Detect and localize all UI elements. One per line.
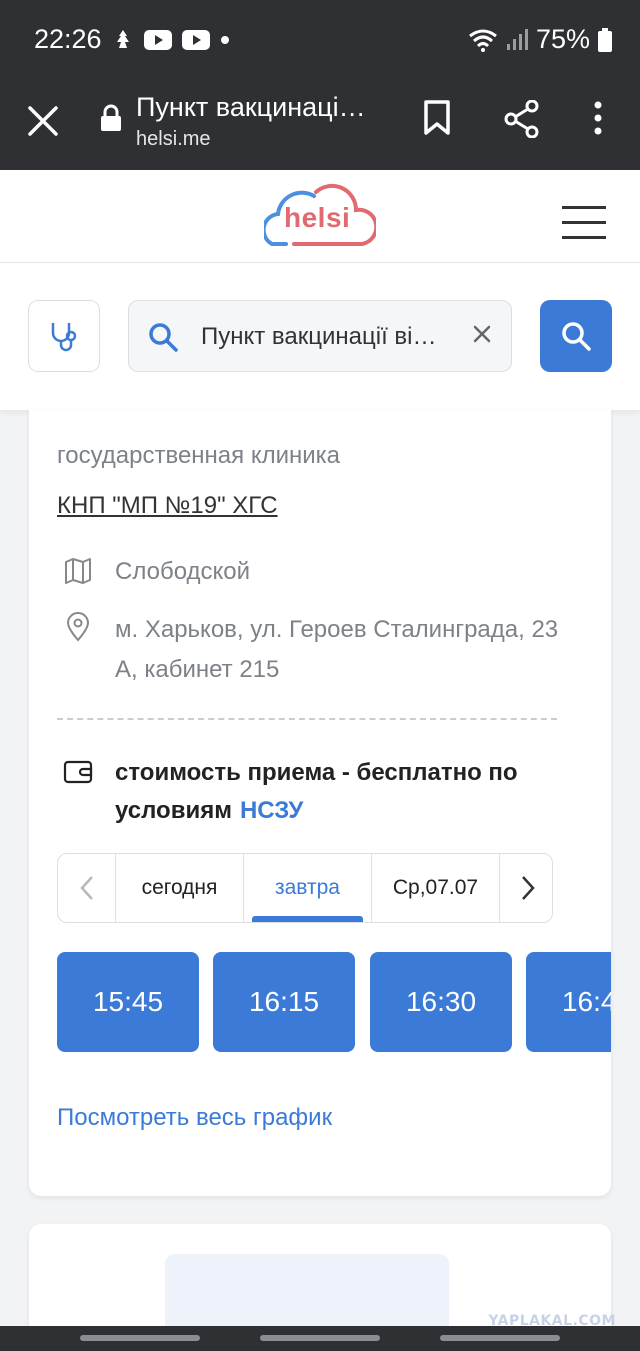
view-full-schedule-link[interactable]: Посмотреть весь график: [57, 1104, 332, 1132]
time-slot-button[interactable]: 15:45: [57, 952, 199, 1052]
lock-icon: [101, 104, 121, 131]
close-tab-icon[interactable]: [26, 104, 60, 138]
time-slots: 15:45 16:15 16:30 16:45: [57, 952, 611, 1052]
divider: [57, 718, 557, 720]
wifi-icon: [469, 29, 497, 52]
specialty-filter-button[interactable]: [28, 300, 100, 372]
clinic-name-link[interactable]: КНП "МП №19" ХГС: [57, 492, 278, 520]
tab-wednesday[interactable]: Ср,07.07: [371, 854, 499, 922]
system-nav-bar: [0, 1326, 640, 1351]
search-icon: [562, 322, 591, 351]
status-time: 22:26: [34, 24, 102, 54]
battery-percent: 75%: [535, 24, 590, 54]
search-row: Пункт вакцинації ві…: [0, 263, 640, 410]
prev-day-button[interactable]: [58, 854, 116, 922]
search-button[interactable]: [540, 300, 612, 372]
more-notifications-dot-icon: [221, 36, 229, 44]
chevron-right-icon: [521, 876, 535, 900]
battery-icon: [598, 27, 612, 52]
clinic-district: Слободской: [115, 558, 251, 585]
nszu-link[interactable]: НСЗУ: [240, 797, 303, 824]
bookmark-icon[interactable]: [422, 100, 452, 136]
day-tabs: сегодня завтра Ср,07.07: [57, 853, 553, 923]
notification-icons: [112, 28, 230, 52]
youtube-icon: [182, 30, 210, 50]
time-slot-button[interactable]: 16:45: [526, 952, 611, 1052]
chevron-left-icon: [80, 876, 93, 900]
clear-icon[interactable]: [471, 323, 493, 345]
signal-icon: [506, 28, 528, 50]
helsi-logo[interactable]: helsi: [264, 180, 376, 252]
nav-back-button[interactable]: [440, 1335, 560, 1341]
watermark: YAPLAKAL.COM: [488, 1313, 616, 1329]
stethoscope-icon: [51, 323, 77, 352]
site-header: helsi: [0, 170, 640, 263]
status-right: 75%: [468, 24, 612, 55]
clinic-card: государственная клиника КНП "МП №19" ХГС…: [29, 410, 611, 1196]
nav-recents-button[interactable]: [80, 1335, 200, 1341]
price-text: стоимость приема - бесплатно по условиям: [115, 759, 518, 824]
clinic-address: м. Харьков, ул. Героев Сталинграда, 23 А…: [115, 616, 559, 683]
page-tab-title[interactable]: Пункт вакцинаці…: [136, 92, 366, 123]
search-input[interactable]: Пункт вакцинації ві…: [128, 300, 512, 372]
tab-today[interactable]: сегодня: [115, 854, 243, 922]
price-info: стоимость приема - бесплатно по условиям…: [115, 754, 555, 830]
hamburger-menu-icon[interactable]: [562, 206, 606, 239]
share-icon[interactable]: [504, 100, 540, 138]
nav-home-button[interactable]: [260, 1335, 380, 1341]
status-bar: 22:26 75%: [0, 0, 640, 84]
time-slot-button[interactable]: 16:15: [213, 952, 355, 1052]
browser-toolbar: Пункт вакцинаці… helsi.me: [0, 84, 640, 170]
location-pin-icon: [66, 612, 90, 642]
map-icon: [65, 558, 91, 584]
search-icon: [149, 323, 178, 352]
wallet-icon: [63, 760, 93, 784]
youtube-icon: [144, 30, 172, 50]
notification-app-icon: [117, 30, 129, 48]
more-menu-icon[interactable]: [590, 100, 606, 136]
logo-text: helsi: [284, 202, 351, 233]
page-url[interactable]: helsi.me: [136, 128, 210, 151]
tab-tomorrow[interactable]: завтра: [243, 854, 371, 922]
next-day-button[interactable]: [499, 854, 552, 922]
clinic-type: государственная клиника: [57, 442, 341, 469]
time-slot-button[interactable]: 16:30: [370, 952, 512, 1052]
search-query-text: Пункт вакцинації ві…: [201, 323, 437, 350]
